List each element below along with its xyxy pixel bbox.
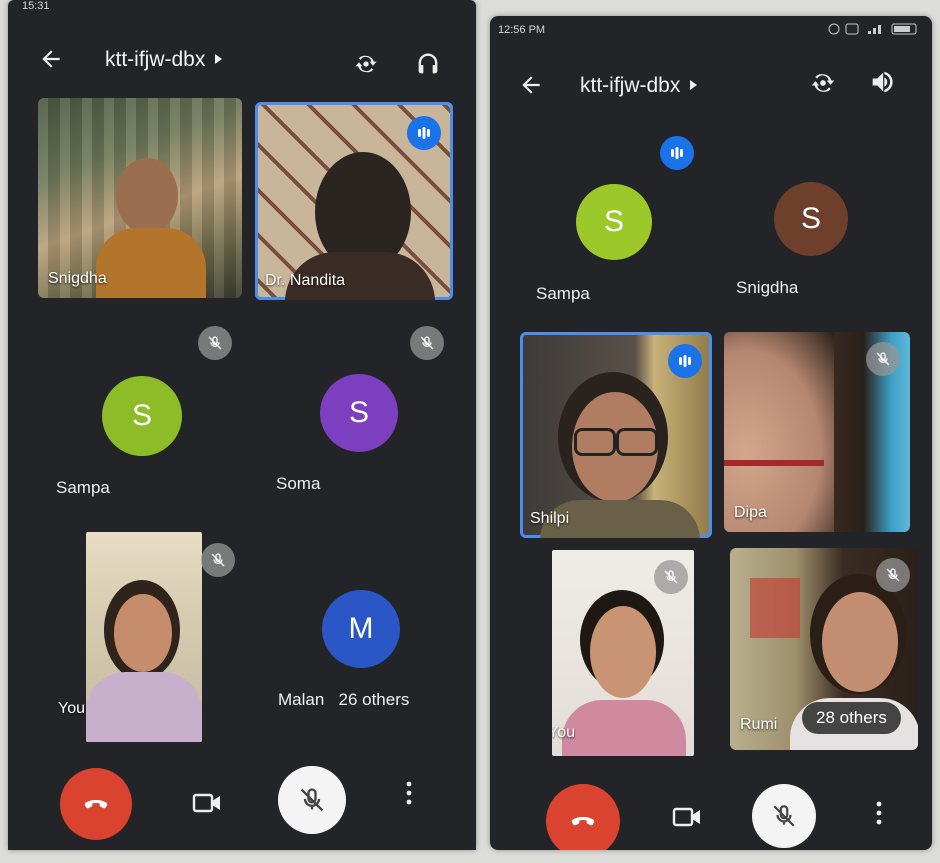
mic-off-icon: [866, 342, 900, 376]
mic-off-icon: [876, 558, 910, 592]
participant-tile-dr-nandita[interactable]: Dr. Nandita: [255, 102, 453, 300]
status-time: 15:31: [22, 0, 50, 12]
mic-off-icon: [201, 543, 235, 577]
participant-name: Snigdha: [48, 270, 107, 287]
end-call-button[interactable]: [60, 768, 132, 840]
switch-camera-icon[interactable]: [808, 68, 838, 98]
caret-right-icon: [690, 80, 698, 90]
avatar-letter: S: [603, 205, 624, 238]
mic-toggle-button[interactable]: [752, 784, 816, 848]
mic-off-icon: [654, 560, 688, 594]
avatar-letter: M: [348, 612, 374, 645]
mic-off-icon: [773, 805, 795, 827]
others-count-chip[interactable]: 28 others: [802, 702, 901, 734]
end-call-icon: [84, 800, 108, 809]
video-icon: [192, 793, 220, 813]
avatar-snigdha: S: [774, 182, 848, 256]
status-time: 12:56 PM: [498, 24, 546, 36]
participant-name-snigdha: Snigdha: [736, 278, 799, 297]
mic-off-icon: [410, 326, 444, 360]
participant-name: Rumi: [740, 716, 778, 733]
end-call-icon: [571, 817, 595, 826]
video-button[interactable]: [192, 790, 222, 816]
video-icon: [672, 807, 700, 827]
headset-icon[interactable]: [414, 50, 442, 78]
participant-tile-you[interactable]: You: [86, 532, 202, 742]
meeting-title[interactable]: ktt-ifjw-dbx: [580, 74, 698, 98]
caret-right-icon: [215, 54, 223, 64]
phone-screen-left: 15:31 ktt-ifjw-dbx Snigdha Dr. Nandita S…: [8, 0, 476, 850]
phone-screen-right: 12:56 PM ktt-ifjw-dbx S Sampa S Snigdha …: [490, 16, 932, 850]
back-arrow-icon[interactable]: [38, 46, 64, 72]
more-vertical-icon: [406, 781, 412, 805]
meeting-code: ktt-ifjw-dbx: [580, 74, 681, 97]
switch-camera-icon[interactable]: [352, 50, 380, 78]
participant-tile-snigdha[interactable]: Snigdha: [38, 98, 242, 298]
avatar-malan: M: [322, 590, 400, 668]
participant-tile-you[interactable]: You: [552, 550, 694, 756]
participant-tile-dipa[interactable]: Dipa: [724, 332, 910, 532]
end-call-button[interactable]: [546, 784, 620, 850]
participant-name-malan[interactable]: Malan 26 others: [278, 690, 409, 710]
participant-name: Dipa: [734, 504, 767, 521]
more-vertical-icon: [876, 801, 882, 825]
avatar-sampa: S: [576, 184, 652, 260]
status-icons: [826, 22, 922, 36]
speaker-icon[interactable]: [868, 68, 896, 96]
others-count: 26 others: [338, 690, 410, 709]
avatar-soma: S: [320, 374, 398, 452]
meeting-title[interactable]: ktt-ifjw-dbx: [105, 48, 223, 72]
back-arrow-icon[interactable]: [518, 72, 544, 98]
malan-name: Malan: [278, 690, 325, 709]
speaking-indicator-icon: [660, 136, 694, 170]
participant-tile-shilpi[interactable]: Shilpi: [520, 332, 712, 538]
video-button[interactable]: [672, 804, 702, 830]
participant-name-sampa: Sampa: [56, 478, 110, 497]
more-options-button[interactable]: [874, 800, 884, 826]
avatar-letter: S: [800, 202, 821, 235]
participant-name: Shilpi: [530, 510, 570, 527]
participant-name-soma: Soma: [276, 474, 321, 493]
speaking-indicator-icon: [407, 116, 441, 150]
avatar-letter: S: [348, 396, 369, 429]
participant-name: You: [552, 724, 575, 741]
avatar-letter: S: [131, 399, 152, 432]
meeting-code: ktt-ifjw-dbx: [105, 48, 206, 71]
mic-off-icon: [300, 788, 324, 812]
participant-name: Dr. Nandita: [265, 272, 346, 289]
participant-name-sampa: Sampa: [536, 284, 590, 303]
more-options-button[interactable]: [404, 780, 414, 806]
participant-tile-rumi[interactable]: Rumi 28 others: [730, 548, 918, 750]
speaking-indicator-icon: [668, 344, 702, 378]
mic-off-icon: [198, 326, 232, 360]
mic-toggle-button[interactable]: [278, 766, 346, 834]
avatar-sampa: S: [102, 376, 182, 456]
